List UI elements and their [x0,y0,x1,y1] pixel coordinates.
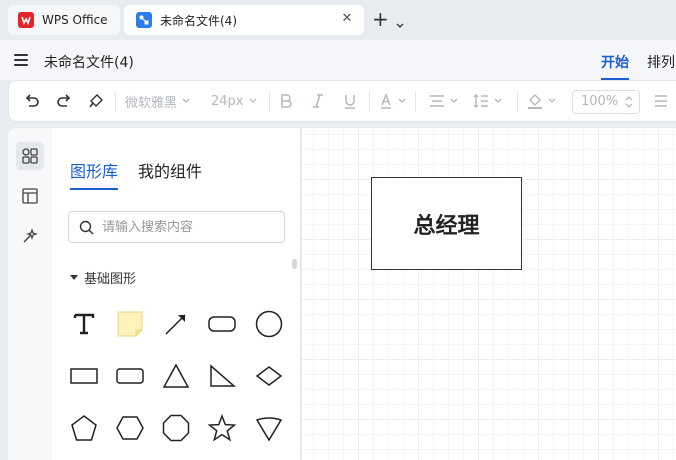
chevron-down-icon [548,98,556,103]
toolbar-separator [517,92,518,112]
left-rail [8,128,52,460]
tab-document[interactable]: 未命名文件(4) ✕ [124,5,364,35]
ribbon-tab-start[interactable]: 开始 [601,52,629,80]
align-icon[interactable] [429,81,458,121]
chevron-down-icon [249,98,256,103]
new-tab-button[interactable]: + [372,9,389,29]
format-toolbar: 微软雅黑 24px 100% [8,80,676,122]
search-box [68,211,285,243]
tab-wps-office[interactable]: WPS Office [8,5,120,35]
font-color-icon[interactable] [379,81,406,121]
font-size-select[interactable]: 24px [211,81,257,121]
org-node[interactable]: 总经理 [371,177,522,270]
shape-text[interactable] [69,309,99,339]
panel-scrollbar[interactable] [292,259,297,269]
toolbar-separator [369,92,370,112]
chevron-down-icon [494,98,502,103]
redo-icon[interactable] [55,81,73,121]
caret-down-icon [70,275,78,280]
diagram-canvas[interactable]: 总经理 [302,128,676,460]
bold-icon[interactable] [279,81,293,121]
section-basic-shapes[interactable]: 基础图形 [70,268,136,287]
fill-color-icon[interactable] [527,81,556,121]
search-input[interactable] [102,219,272,235]
shape-hexagon[interactable] [115,413,145,443]
shape-right-triangle[interactable] [207,361,237,391]
title-bar: 未命名文件(4) 开始 排列 [0,40,676,80]
magic-icon[interactable] [16,222,44,250]
diagram-file-icon [136,12,152,28]
text-style-icon[interactable] [653,81,669,121]
shape-note[interactable] [115,309,145,339]
font-family-select[interactable]: 微软雅黑 [125,81,190,121]
italic-icon[interactable] [311,81,325,121]
shape-pentagon[interactable] [69,413,99,443]
hamburger-menu-icon[interactable] [14,54,28,66]
shape-triangle[interactable] [161,361,191,391]
tab-label: WPS Office [42,13,108,27]
templates-icon[interactable] [16,182,44,210]
zoom-input[interactable]: 100% [572,90,640,114]
tab-shape-library[interactable]: 图形库 [70,158,119,190]
wps-logo-icon [18,12,34,28]
shape-rectangle[interactable] [69,361,99,391]
toolbar-separator [415,92,416,112]
stepper-icon[interactable] [625,95,633,109]
chevron-down-icon [398,98,406,103]
shapes-icon[interactable] [16,142,44,170]
ribbon-tab-arrange[interactable]: 排列 [647,52,675,72]
tab-my-components[interactable]: 我的组件 [138,158,202,182]
chevron-down-icon[interactable] [396,14,404,33]
document-title[interactable]: 未命名文件(4) [44,52,134,72]
chevron-down-icon [450,98,458,103]
tab-label: 未命名文件(4) [160,13,237,28]
shape-library-panel: 图形库 我的组件 基础图形 [52,128,301,460]
shape-rounded-rectangle[interactable] [207,309,237,339]
search-icon [79,220,94,235]
undo-icon[interactable] [23,81,41,121]
close-icon[interactable]: ✕ [340,12,354,26]
shape-rounded-rect-small[interactable] [115,361,145,391]
shape-arrow[interactable] [161,309,191,339]
chevron-down-icon [182,98,190,103]
line-spacing-icon[interactable] [473,81,502,121]
underline-icon[interactable] [343,81,357,121]
format-painter-icon[interactable] [87,81,105,121]
shape-shield[interactable] [254,413,284,443]
shape-circle[interactable] [254,309,284,339]
toolbar-separator [269,92,270,112]
shape-diamond[interactable] [254,361,284,391]
tab-strip: WPS Office 未命名文件(4) ✕ + [0,0,676,40]
shape-octagon[interactable] [161,413,191,443]
toolbar-separator [115,92,116,112]
shape-star[interactable] [207,413,237,443]
